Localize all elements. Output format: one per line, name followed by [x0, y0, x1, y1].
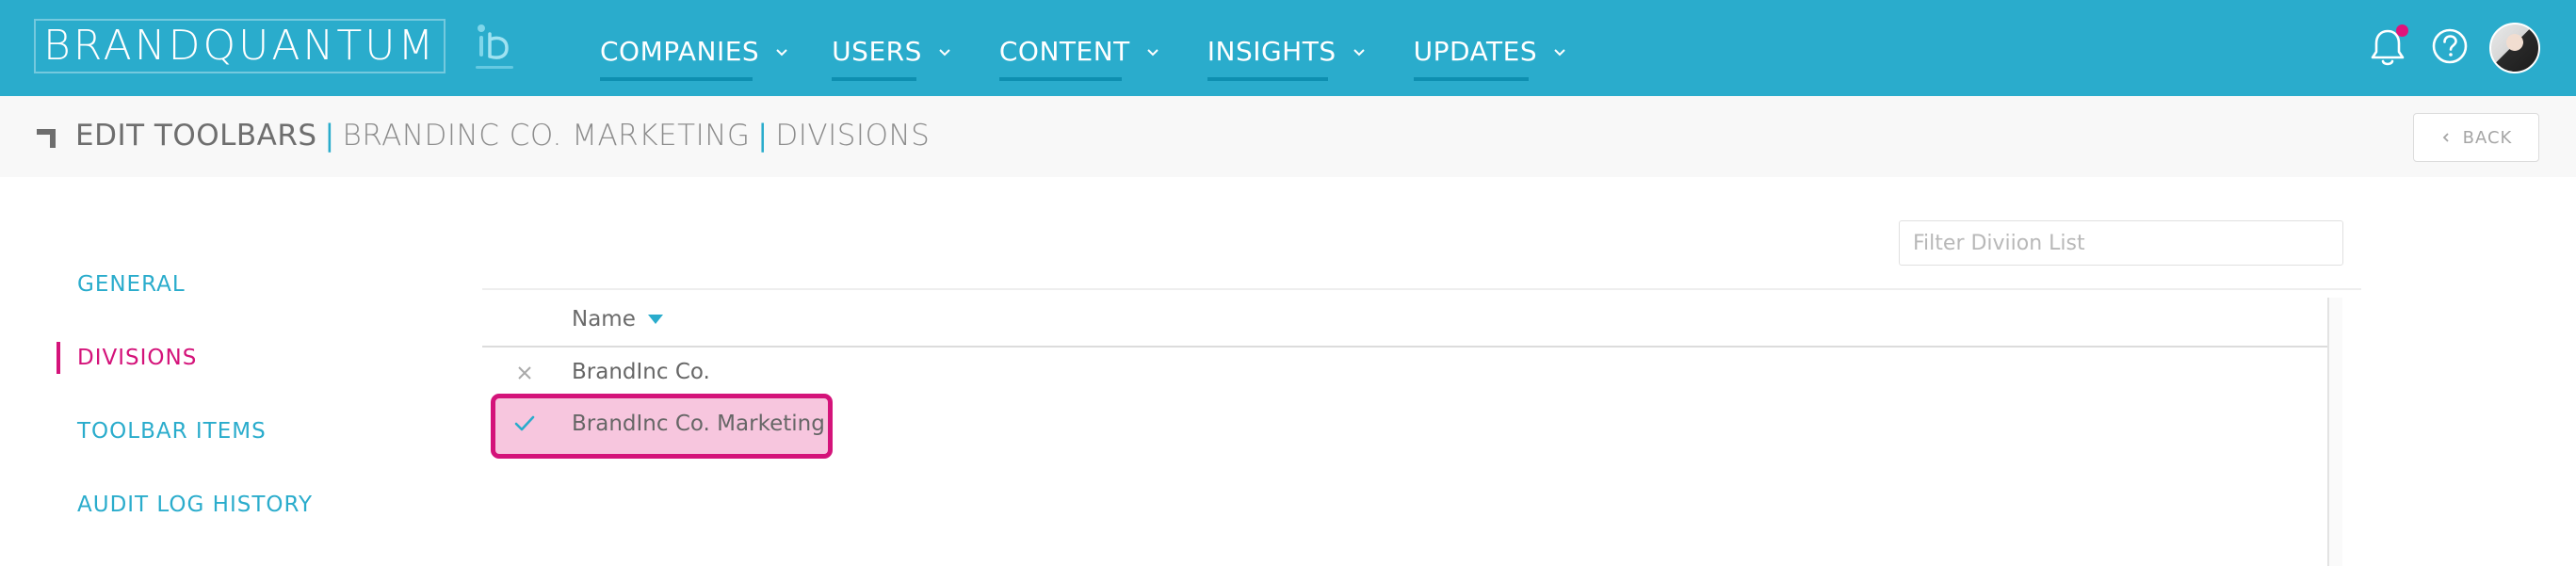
sidebar-item-audit-log-history[interactable]: AUDIT LOG HISTORY — [77, 493, 313, 517]
nav-companies-label: COMPANIES — [600, 35, 760, 67]
breadcrumb-title: EDIT TOOLBARS — [75, 119, 317, 153]
nav-underline — [1207, 77, 1328, 81]
chevron-down-icon — [1353, 49, 1365, 57]
column-header-name[interactable]: Name — [572, 307, 664, 332]
active-indicator — [57, 342, 60, 374]
breadcrumb-section: DIVISIONS — [775, 119, 931, 153]
divider — [482, 288, 2361, 290]
nav-underline — [1413, 77, 1529, 81]
breadcrumb-separator: | — [324, 119, 335, 153]
row-name: BrandInc Co. — [572, 360, 710, 384]
nav-insights[interactable]: INSIGHTS — [1207, 28, 1367, 81]
nav-users[interactable]: USERS — [832, 28, 952, 81]
nav-content-label: CONTENT — [998, 35, 1130, 67]
nav-underline — [600, 77, 753, 81]
row-name: BrandInc Co. Marketing — [572, 412, 825, 436]
back-button-label: BACK — [2462, 127, 2513, 148]
nav-underline — [998, 77, 1122, 81]
scrollbar[interactable] — [2329, 298, 2342, 566]
chevron-down-icon — [1554, 49, 1565, 57]
chevron-down-icon — [776, 49, 787, 57]
nav-content[interactable]: CONTENT — [998, 28, 1160, 81]
sidebar-item-general[interactable]: GENERAL — [77, 272, 186, 297]
chevron-down-icon — [1147, 49, 1158, 57]
chevron-down-icon — [939, 49, 950, 57]
nav-updates-label: UPDATES — [1413, 35, 1538, 67]
back-button[interactable]: BACK — [2413, 113, 2539, 162]
check-icon[interactable] — [514, 415, 535, 432]
help-circle-icon[interactable] — [2430, 26, 2470, 66]
main-nav: COMPANIES USERS CONTENT INSIGHTS UPDATES — [600, 28, 1568, 81]
breadcrumb-company[interactable]: BRANDINC CO. MARKETING — [343, 119, 751, 153]
nav-underline — [832, 77, 917, 81]
breadcrumb-separator: | — [757, 119, 769, 153]
corner-bracket-icon — [37, 129, 56, 148]
nav-updates[interactable]: UPDATES — [1413, 28, 1568, 81]
division-filter-input[interactable] — [1899, 220, 2343, 266]
x-icon[interactable] — [517, 365, 532, 380]
breadcrumb: EDIT TOOLBARS | BRANDINC CO. MARKETING | DIV… — [75, 119, 930, 153]
chevron-left-icon — [2442, 133, 2449, 142]
table-header-divider — [482, 346, 2328, 348]
sort-descending-icon — [647, 315, 663, 324]
nav-users-label: USERS — [832, 35, 922, 67]
column-header-label: Name — [572, 307, 636, 332]
sidebar-item-divisions[interactable]: DIVISIONS — [77, 346, 197, 370]
brand-logo[interactable]: BRANDQUANTUM — [34, 19, 446, 73]
user-avatar[interactable] — [2489, 23, 2540, 73]
top-navbar: BRANDQUANTUM COMPANIES USERS CONTENT INS… — [0, 0, 2576, 96]
nav-insights-label: INSIGHTS — [1207, 35, 1337, 67]
brand-mark-icon — [476, 24, 513, 69]
nav-companies[interactable]: COMPANIES — [600, 28, 789, 81]
sidebar-item-toolbar-items[interactable]: TOOLBAR ITEMS — [77, 419, 267, 444]
notification-badge — [2396, 24, 2408, 37]
